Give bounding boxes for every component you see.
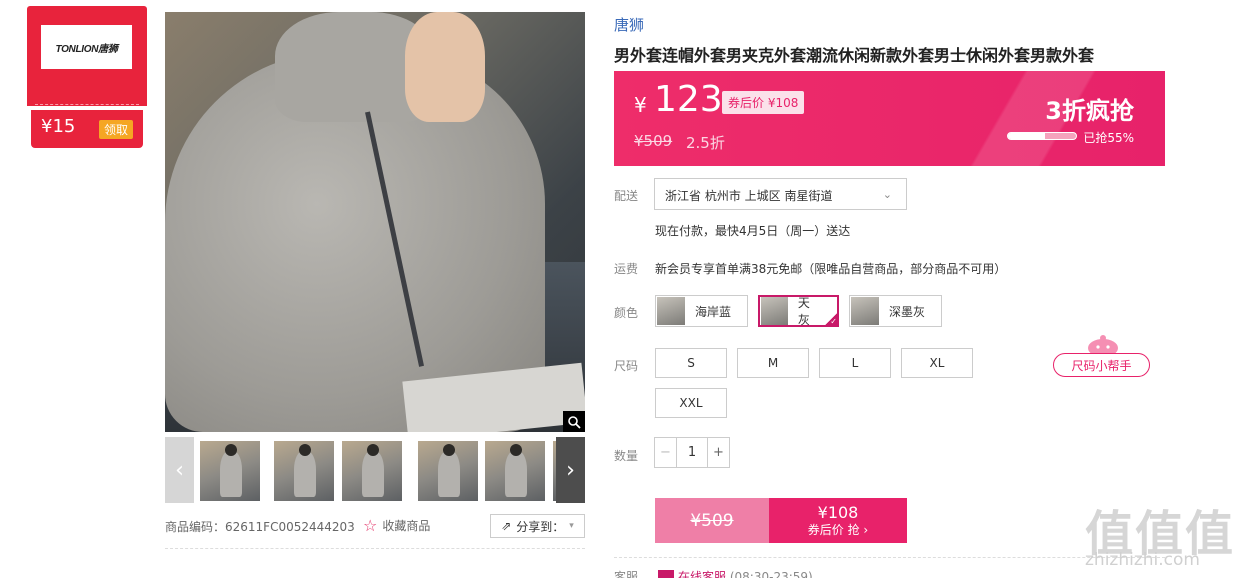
image-hand: [405, 12, 485, 122]
thumbnail-strip: ‹ ›: [165, 437, 585, 503]
chevron-right-icon: ›: [566, 457, 575, 483]
store-coupon[interactable]: TONLION唐狮 ¥15 领取: [27, 6, 147, 148]
divider: [614, 557, 1165, 558]
share-label: 分享到：: [516, 519, 565, 534]
caret-down-icon: ▾: [569, 521, 574, 531]
color-label: 颜色: [614, 306, 639, 320]
site-watermark: 值值值 zhizhizhi.com: [1085, 494, 1234, 576]
thumbnail[interactable]: [342, 441, 402, 501]
thumbnail-figure: [505, 451, 527, 497]
product-sku: 商品编码：62611FC0052444203: [165, 520, 355, 534]
color-swatch: [761, 297, 788, 325]
color-name: 海岸蓝: [695, 304, 732, 319]
zoom-icon[interactable]: [563, 411, 585, 432]
coupon-footer: ¥15 领取: [31, 110, 143, 148]
customer-service-row: 客服 在线客服 (08:30-23:59): [614, 568, 813, 578]
size-option[interactable]: L: [819, 348, 891, 378]
coupon-header: TONLION唐狮: [27, 6, 147, 106]
product-title: 男外套连帽外套男夹克外套潮流休闲新款外套男士休闲外套男款外套: [614, 46, 1095, 65]
service-label: 客服: [614, 570, 639, 578]
color-name: 深墨灰: [889, 304, 926, 319]
currency-symbol: ¥: [634, 93, 647, 117]
size-option[interactable]: XL: [901, 348, 973, 378]
quantity-increase-button[interactable]: +: [707, 438, 729, 467]
flash-sale-label: 3折疯抢: [1045, 97, 1134, 125]
share-icon: ⇗: [501, 519, 512, 533]
color-option[interactable]: 深墨灰: [849, 295, 942, 327]
thumbnail-head: [510, 444, 522, 456]
thumbnail[interactable]: [200, 441, 260, 501]
size-option[interactable]: XXL: [655, 388, 727, 418]
address-value: 浙江省 杭州市 上城区 南星街道: [665, 189, 833, 203]
size-option[interactable]: S: [655, 348, 727, 378]
brand-logo: TONLION唐狮: [41, 25, 132, 69]
buy-action-label: 券后价 抢 ›: [807, 522, 869, 537]
thumbnail[interactable]: [418, 441, 478, 501]
color-name: 天灰: [797, 296, 810, 327]
sold-percentage: 已抢55%: [1083, 131, 1134, 145]
original-price-button[interactable]: ¥509: [655, 498, 769, 543]
thumbnail-figure: [362, 451, 384, 497]
price-banner: ¥ 123 券后价 ¥108 ¥509 2.5折 3折疯抢 已抢55%: [614, 71, 1165, 166]
original-price: ¥509: [634, 132, 673, 150]
coupon-divider: [35, 104, 139, 110]
sold-progress-bar: [1007, 132, 1077, 140]
thumbnail[interactable]: [274, 441, 334, 501]
star-icon: ☆: [363, 516, 378, 535]
size-option[interactable]: M: [737, 348, 809, 378]
watermark-url: zhizhizhi.com: [1085, 550, 1200, 570]
quantity-label: 数量: [614, 449, 639, 463]
check-icon: ✓: [824, 312, 838, 326]
product-main-image[interactable]: [165, 12, 585, 432]
buy-price: ¥108: [817, 502, 859, 522]
sold-progress-fill: [1008, 133, 1046, 139]
delivery-label: 配送: [614, 189, 639, 203]
color-swatch: [657, 297, 685, 325]
divider: [165, 548, 585, 549]
discount-rate: 2.5折: [686, 134, 725, 152]
quantity-stepper: − 1 +: [654, 437, 730, 468]
chevron-down-icon: ⌄: [882, 188, 892, 201]
online-service-link[interactable]: 在线客服: [678, 570, 726, 578]
sale-price: 123: [654, 79, 723, 120]
favorite-button[interactable]: ☆ 收藏商品: [363, 516, 430, 535]
size-helper-button[interactable]: 尺码小帮手: [1053, 353, 1150, 377]
delivery-eta: 现在付款，最快4月5日（周一）送达: [655, 224, 851, 238]
service-hours: (08:30-23:59): [729, 570, 813, 578]
thumbnail[interactable]: [485, 441, 545, 501]
brand-link[interactable]: 唐狮: [614, 14, 644, 35]
size-label: 尺码: [614, 359, 639, 373]
after-coupon-price: 券后价 ¥108: [722, 91, 805, 114]
color-option[interactable]: 海岸蓝: [655, 295, 748, 327]
favorite-label: 收藏商品: [382, 519, 431, 533]
address-selector[interactable]: 浙江省 杭州市 上城区 南星街道 ⌄: [654, 178, 907, 210]
thumbnail-head: [367, 444, 379, 456]
claim-coupon-button[interactable]: 领取: [98, 120, 133, 139]
quantity-input[interactable]: 1: [677, 438, 707, 467]
thumbnail-head: [443, 444, 455, 456]
buy-after-coupon-button[interactable]: ¥108 券后价 抢 ›: [769, 498, 907, 543]
thumbnail-prev-button[interactable]: ‹: [165, 437, 194, 503]
color-swatch: [851, 297, 879, 325]
quantity-decrease-button[interactable]: −: [655, 438, 677, 467]
thumbnail-head: [299, 444, 311, 456]
thumbnail-head: [225, 444, 237, 456]
gallery-meta: 商品编码：62611FC0052444203 ☆ 收藏商品 ⇗ 分享到： ▾: [165, 514, 585, 538]
thumbnail-figure: [438, 451, 460, 497]
shipping-label: 运费: [614, 262, 639, 276]
chat-icon: [658, 570, 675, 578]
coupon-value: ¥15: [41, 116, 76, 137]
shipping-text: 新会员专享首单满38元免邮（限唯品自营商品，部分商品不可用）: [655, 262, 1007, 276]
color-option-selected[interactable]: 天灰 ✓: [758, 295, 839, 327]
thumbnail-next-button[interactable]: ›: [556, 437, 585, 503]
buy-bar: ¥509 ¥108 券后价 抢 ›: [655, 498, 907, 543]
thumbnail-figure: [220, 451, 242, 497]
thumbnail-figure: [294, 451, 316, 497]
share-dropdown[interactable]: ⇗ 分享到： ▾: [490, 514, 585, 538]
chevron-left-icon: ‹: [175, 457, 184, 483]
